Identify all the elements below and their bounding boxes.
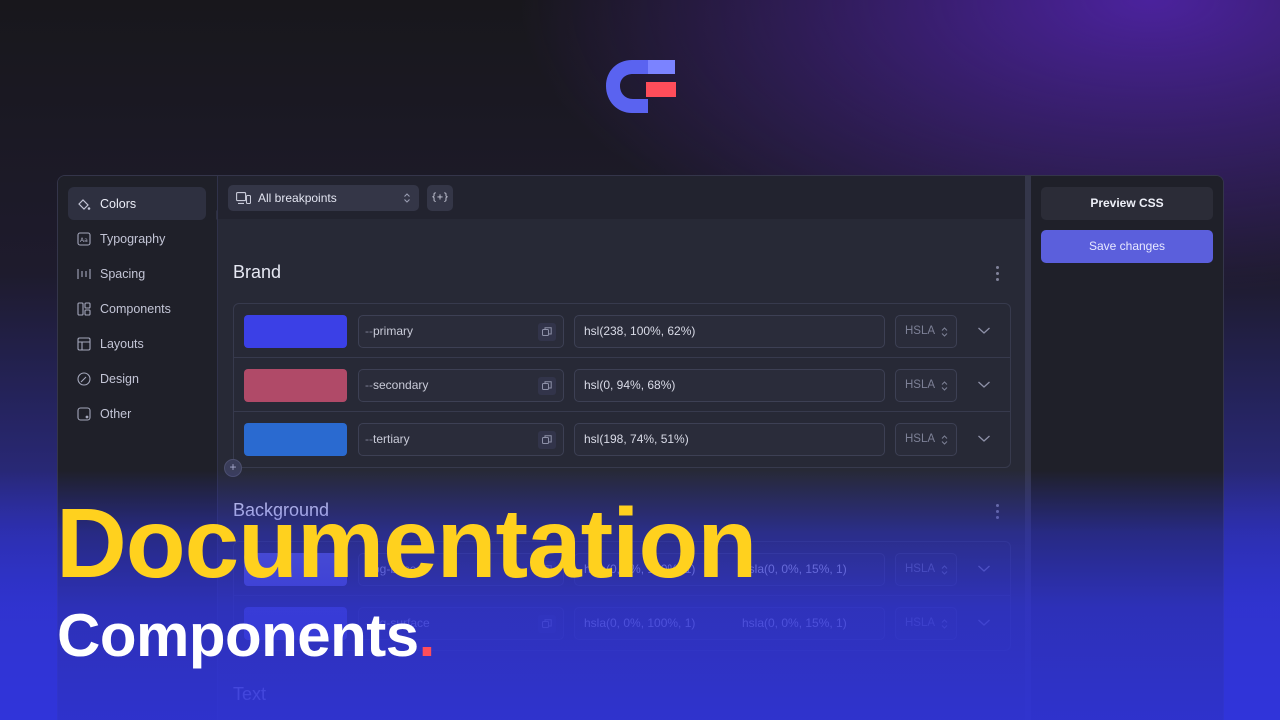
sidebar-item-layouts[interactable]: Layouts <box>68 327 206 360</box>
kebab-menu-icon[interactable] <box>996 266 1000 284</box>
color-value-input[interactable]: hsl(0, 94%, 68%) <box>574 369 885 402</box>
chevron-up-down-icon <box>941 381 948 391</box>
sidebar-item-spacing[interactable]: Spacing <box>68 257 206 290</box>
actions-panel: Preview CSS Save changes <box>1031 176 1223 720</box>
chevron-up-down-icon <box>941 435 948 445</box>
preview-css-button[interactable]: Preview CSS <box>1041 187 1213 220</box>
sidebar-item-colors[interactable]: Colors <box>68 187 221 220</box>
layout-icon <box>77 336 91 351</box>
copy-icon[interactable] <box>538 323 556 341</box>
color-value-input[interactable]: hsl(238, 100%, 62%) <box>574 315 885 348</box>
sidebar-item-label: Other <box>100 406 132 421</box>
save-changes-button[interactable]: Save changes <box>1041 230 1213 263</box>
breakpoint-select[interactable]: All breakpoints <box>228 184 419 211</box>
chevron-down-icon[interactable] <box>977 564 991 573</box>
sidebar-item-typography[interactable]: Aa Typography <box>68 222 206 255</box>
copy-icon[interactable] <box>538 377 556 395</box>
add-color-button[interactable]: + <box>224 459 242 477</box>
copy-icon[interactable] <box>538 615 556 633</box>
copy-icon[interactable] <box>538 431 556 449</box>
overlay-headline: Documentation <box>56 488 757 598</box>
color-swatch[interactable] <box>244 423 347 456</box>
table-row: --secondary hsl(0, 94%, 68%) HSLA <box>234 358 1010 412</box>
table-row: --primary hsl(238, 100%, 62%) HSLA <box>234 304 1010 358</box>
format-select[interactable]: HSLA <box>895 423 957 456</box>
sidebar-item-components[interactable]: Components <box>68 292 206 325</box>
chevron-up-down-icon <box>941 565 948 575</box>
variable-name-input[interactable]: --primary <box>358 315 564 348</box>
chevron-down-icon[interactable] <box>977 618 991 627</box>
variable-name-input[interactable]: --tertiary <box>358 423 564 456</box>
section-title-brand: Brand <box>233 262 282 282</box>
format-select[interactable]: HSLA <box>895 553 957 586</box>
kebab-menu-icon[interactable] <box>996 504 1000 522</box>
toolbar: All breakpoints {+} <box>218 176 1025 219</box>
color-swatch[interactable] <box>244 369 347 402</box>
chevron-up-down-icon <box>941 619 948 629</box>
typography-icon: Aa <box>77 231 91 246</box>
brand-color-table: --primary hsl(238, 100%, 62%) HSLA --sec… <box>233 303 1011 468</box>
chevron-down-icon[interactable] <box>977 380 991 389</box>
sidebar-item-label: Typography <box>100 231 166 246</box>
format-select[interactable]: HSLA <box>895 315 957 348</box>
spacing-icon <box>77 268 91 279</box>
add-variable-button[interactable]: {+} <box>427 184 453 211</box>
sidebar-item-label: Design <box>100 371 139 386</box>
color-value-input[interactable]: hsl(198, 74%, 51%) <box>574 423 885 456</box>
sidebar-item-other[interactable]: Other <box>68 397 206 430</box>
design-icon <box>77 371 91 386</box>
components-icon <box>77 301 91 316</box>
sidebar-item-label: Colors <box>100 196 137 211</box>
chevron-down-icon[interactable] <box>977 434 991 443</box>
table-row: --tertiary hsl(198, 74%, 51%) HSLA <box>234 412 1010 466</box>
paint-bucket-icon <box>78 198 91 210</box>
color-value-input[interactable]: hsla(0, 0%, 100%, 1) hsla(0, 0%, 15%, 1) <box>574 607 885 640</box>
sidebar-item-label: Layouts <box>100 336 144 351</box>
svg-text:Aa: Aa <box>80 237 88 244</box>
format-select[interactable]: HSLA <box>895 607 957 640</box>
other-icon <box>77 406 91 421</box>
variable-name-input[interactable]: --secondary <box>358 369 564 402</box>
chevron-up-down-icon <box>941 327 948 337</box>
section-title-text: Text <box>233 684 267 704</box>
app-logo <box>606 60 676 113</box>
format-select[interactable]: HSLA <box>895 369 957 402</box>
sidebar-item-label: Components <box>100 301 171 316</box>
color-swatch[interactable] <box>244 315 347 348</box>
sidebar-item-design[interactable]: Design <box>68 362 206 395</box>
sidebar-item-label: Spacing <box>100 266 146 281</box>
overlay-subline: Components. <box>57 602 435 669</box>
breakpoint-select-label: All breakpoints <box>258 190 337 205</box>
devices-icon <box>236 191 251 204</box>
chevron-down-icon[interactable] <box>977 326 991 335</box>
chevron-up-down-icon <box>404 192 410 203</box>
